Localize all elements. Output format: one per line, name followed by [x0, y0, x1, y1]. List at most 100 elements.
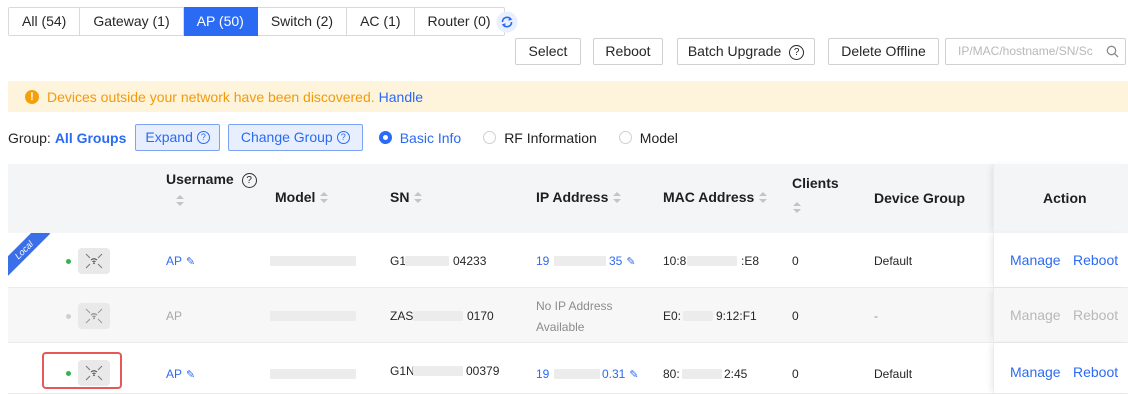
header-username-label: Username — [166, 171, 234, 187]
sn-suffix: 00379 — [466, 364, 500, 378]
mac-suffix: 9:12:F1 — [716, 309, 757, 323]
table-row: AP ZAS 0170 No IP Address Available E0: … — [8, 288, 1128, 343]
sort-icon — [414, 192, 423, 204]
header-model-label: Model — [275, 189, 316, 205]
search-placeholder: IP/MAC/hostname/SN/Sc — [958, 44, 1093, 58]
edit-icon[interactable]: ✎ — [186, 255, 195, 268]
discovery-alert: ! Devices outside your network have been… — [8, 81, 1128, 112]
ip-link[interactable]: 35 ✎ — [609, 254, 636, 268]
mac-suffix: :E8 — [741, 254, 760, 268]
radio-label: Basic Info — [399, 129, 462, 146]
radio-dot — [483, 131, 497, 144]
expand-button[interactable]: Expand ? — [135, 124, 220, 151]
radio-label: RF Information — [504, 129, 597, 146]
group-value[interactable]: All Groups — [55, 130, 127, 146]
action-cell: Manage Reboot — [993, 288, 1128, 342]
refresh-icon[interactable] — [496, 11, 518, 33]
batch-upgrade-button[interactable]: Batch Upgrade ? — [677, 38, 815, 65]
device-group: - — [874, 309, 878, 323]
manage-link[interactable]: Manage — [1010, 252, 1061, 268]
table-row: Local AP ✎ G1 04233 19 35 ✎ 10:8 :E8 0 Def… — [8, 233, 1128, 288]
header-ip-address[interactable]: IP Address — [536, 189, 622, 205]
header-device-group: Device Group — [874, 190, 966, 206]
tab-all[interactable]: All (54) — [8, 7, 81, 36]
ip-prefix[interactable]: 19 — [536, 254, 549, 268]
handle-link[interactable]: Handle — [379, 89, 423, 105]
delete-offline-button[interactable]: Delete Offline — [828, 38, 939, 65]
action-header-cell: Action — [993, 164, 1128, 233]
local-badge-label: Local — [8, 233, 51, 277]
manage-link[interactable]: Manage — [1010, 364, 1061, 380]
online-status-dot — [66, 259, 71, 264]
header-mac-address[interactable]: MAC Address — [663, 189, 768, 205]
sort-icon — [320, 192, 329, 204]
device-type-tabs: All (54) Gateway (1) AP (50) Switch (2) … — [8, 7, 505, 36]
table-header: Username ? Model SN IP Address MAC Addre… — [8, 164, 1128, 233]
sn-prefix: ZAS — [390, 309, 414, 323]
ap-device-icon — [78, 303, 110, 329]
local-badge: Local — [8, 233, 54, 279]
alert-message: Devices outside your network have been d… — [47, 88, 375, 105]
username-text: AP — [166, 309, 183, 323]
header-username[interactable]: Username ? — [166, 171, 257, 188]
tab-ac[interactable]: AC (1) — [347, 7, 415, 36]
mac-redacted — [687, 256, 737, 266]
sort-icon[interactable] — [793, 202, 801, 214]
clients-count: 0 — [792, 367, 799, 381]
change-group-button[interactable]: Change Group ? — [227, 124, 363, 151]
header-sn-label: SN — [390, 189, 410, 205]
sort-icon[interactable] — [176, 195, 184, 207]
online-status-dot — [66, 371, 71, 376]
reboot-link[interactable]: Reboot — [1073, 364, 1118, 380]
model-redacted — [270, 311, 356, 321]
ip-suffix: 35 — [609, 254, 623, 268]
edit-icon[interactable]: ✎ — [629, 368, 638, 381]
sn-redacted — [413, 366, 463, 376]
edit-icon[interactable]: ✎ — [626, 255, 635, 268]
select-button[interactable]: Select — [515, 38, 581, 65]
tab-switch[interactable]: Switch (2) — [257, 7, 348, 36]
search-input[interactable]: IP/MAC/hostname/SN/Sc — [945, 38, 1126, 65]
username-link[interactable]: AP ✎ — [166, 254, 195, 268]
manage-link: Manage — [1010, 307, 1061, 323]
radio-basic-info[interactable]: Basic Info — [378, 129, 462, 146]
sn-prefix: G1N — [390, 364, 415, 378]
clients-count: 0 — [792, 254, 799, 268]
mac-prefix: 80: — [663, 367, 680, 381]
username-link[interactable]: AP ✎ — [166, 367, 195, 381]
model-redacted — [270, 256, 356, 266]
radio-label: Model — [639, 129, 678, 146]
mac-prefix: 10:8 — [663, 254, 687, 268]
ip-suffix: 0.31 — [602, 367, 626, 381]
sn-suffix: 0170 — [467, 309, 494, 323]
tab-ap[interactable]: AP (50) — [183, 7, 258, 36]
ip-link[interactable]: 0.31 ✎ — [602, 367, 639, 381]
header-sn[interactable]: SN — [390, 189, 423, 205]
header-clients[interactable]: Clients — [792, 175, 839, 191]
tab-router[interactable]: Router (0) — [414, 7, 505, 36]
action-cell: Manage Reboot — [993, 343, 1128, 393]
help-icon: ? — [196, 131, 210, 144]
header-model[interactable]: Model — [275, 189, 329, 205]
ip-redacted — [554, 369, 600, 379]
radio-dot — [618, 131, 632, 144]
sort-icon — [759, 192, 768, 204]
reboot-link: Reboot — [1073, 307, 1119, 323]
search-icon — [1106, 45, 1119, 58]
edit-icon[interactable]: ✎ — [186, 368, 195, 381]
ap-device-icon — [78, 360, 110, 386]
radio-rf-information[interactable]: RF Information — [483, 130, 597, 146]
radio-model[interactable]: Model — [618, 129, 678, 146]
ip-prefix[interactable]: 19 — [536, 367, 549, 381]
help-icon: ? — [336, 131, 350, 144]
help-icon: ? — [241, 172, 257, 188]
tab-gateway[interactable]: Gateway (1) — [80, 7, 184, 36]
ap-device-icon — [78, 248, 110, 274]
reboot-link[interactable]: Reboot — [1073, 252, 1118, 268]
batch-upgrade-label: Batch Upgrade — [687, 43, 782, 59]
mac-prefix: E0: — [663, 309, 682, 323]
device-group: Default — [874, 367, 913, 381]
offline-status-dot — [66, 314, 71, 319]
header-ip-label: IP Address — [536, 189, 609, 205]
reboot-button[interactable]: Reboot — [593, 38, 663, 65]
